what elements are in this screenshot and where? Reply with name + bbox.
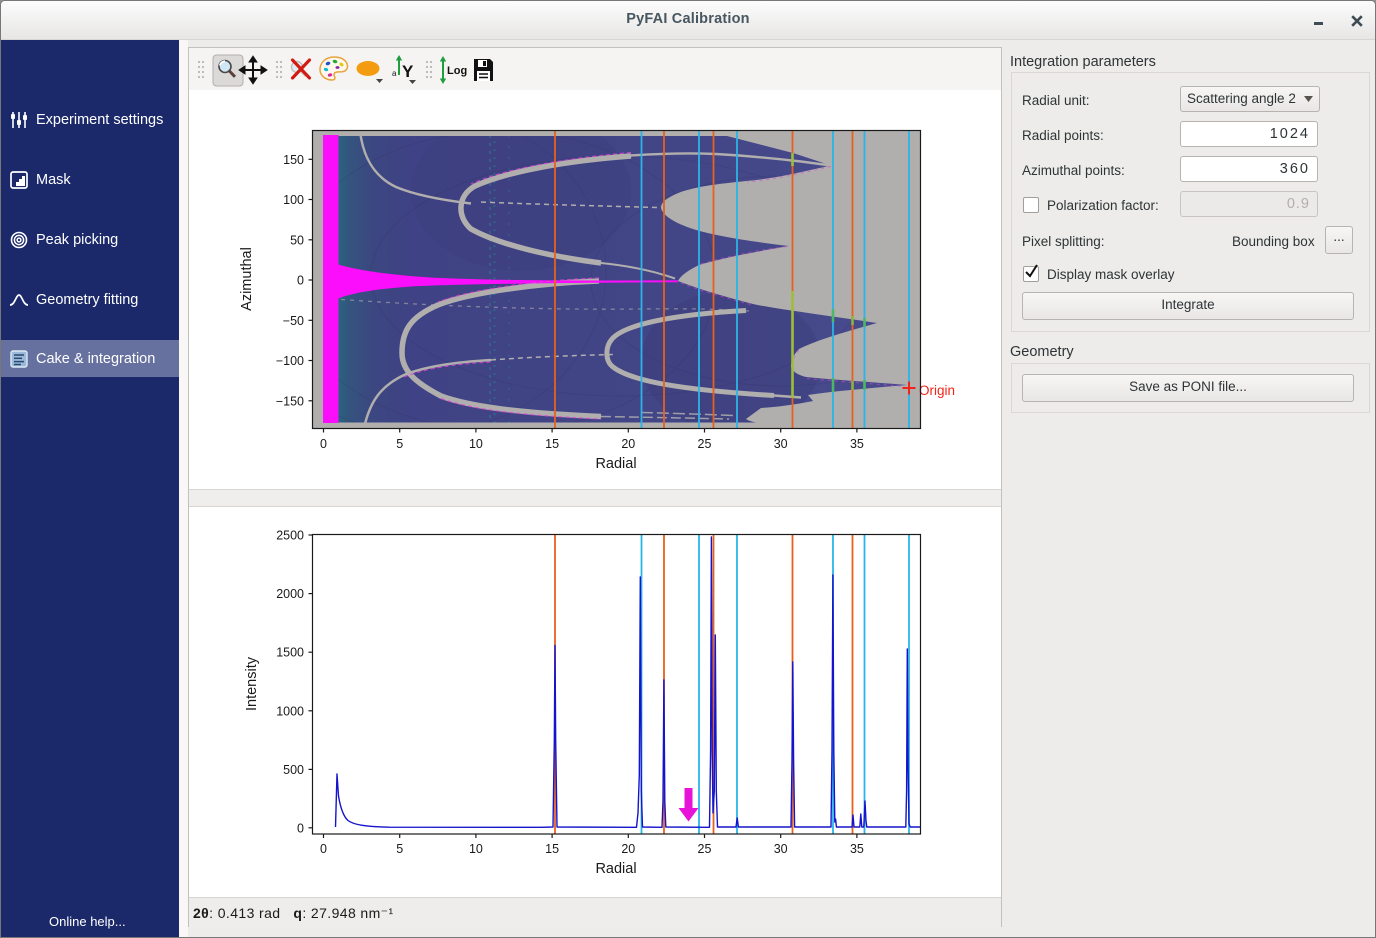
svg-text:25: 25 xyxy=(698,842,712,856)
svg-text:30: 30 xyxy=(774,842,788,856)
svg-text:50: 50 xyxy=(290,233,304,247)
svg-text:5: 5 xyxy=(396,437,403,451)
svg-text:0: 0 xyxy=(297,821,304,835)
svg-text:a: a xyxy=(392,69,397,78)
svg-text:Y: Y xyxy=(402,62,414,81)
svg-text:5: 5 xyxy=(396,842,403,856)
svg-text:0: 0 xyxy=(320,437,327,451)
svg-text:10: 10 xyxy=(469,437,483,451)
svg-text:35: 35 xyxy=(850,437,864,451)
svg-text:25: 25 xyxy=(698,437,712,451)
svg-text:2000: 2000 xyxy=(276,587,304,601)
svg-text:2500: 2500 xyxy=(276,529,304,543)
svg-text:100: 100 xyxy=(283,193,304,207)
svg-text:0: 0 xyxy=(297,274,304,288)
svg-text:Radial: Radial xyxy=(595,456,636,472)
svg-text:1000: 1000 xyxy=(276,704,304,718)
svg-text:150: 150 xyxy=(283,153,304,167)
svg-text:20: 20 xyxy=(621,437,635,451)
svg-text:−150: −150 xyxy=(276,394,304,408)
svg-text:0: 0 xyxy=(320,842,327,856)
svg-text:Log: Log xyxy=(447,65,467,77)
svg-text:Azimuthal: Azimuthal xyxy=(239,247,255,311)
svg-text:500: 500 xyxy=(283,763,304,777)
svg-text:Radial: Radial xyxy=(595,861,636,877)
svg-text:35: 35 xyxy=(850,842,864,856)
svg-text:Intensity: Intensity xyxy=(244,656,260,711)
svg-text:−50: −50 xyxy=(283,314,304,328)
svg-text:15: 15 xyxy=(545,437,559,451)
svg-text:Origin: Origin xyxy=(919,383,955,398)
svg-text:20: 20 xyxy=(621,842,635,856)
svg-text:30: 30 xyxy=(774,437,788,451)
svg-text:10: 10 xyxy=(469,842,483,856)
svg-text:15: 15 xyxy=(545,842,559,856)
svg-text:−100: −100 xyxy=(276,354,304,368)
svg-text:1500: 1500 xyxy=(276,646,304,660)
